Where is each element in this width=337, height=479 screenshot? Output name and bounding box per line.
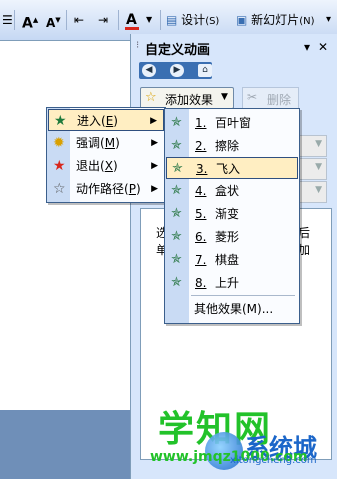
- menu-item-label: 强调(M): [76, 136, 120, 150]
- effect-item-fly-in[interactable]: ✯ 3. 飞入: [166, 157, 298, 179]
- star-yellow-icon: ✹: [53, 135, 65, 151]
- add-effect-label: 添加效果: [165, 93, 214, 107]
- pane-dropdown-icon[interactable]: ▾: [304, 40, 310, 54]
- toolbar-options-icon[interactable]: ▾: [326, 10, 331, 30]
- submenu-arrow-icon: ▶: [150, 116, 157, 126]
- effect-item-blinds[interactable]: ✯ 1. 百叶窗: [166, 112, 298, 134]
- star-green-icon: ★: [54, 113, 67, 129]
- star-green-icon: ✯: [171, 183, 182, 198]
- star-green-icon: ✯: [171, 115, 182, 130]
- menu-item-label: 动作路径(P): [76, 182, 141, 196]
- star-red-icon: ★: [53, 158, 66, 174]
- toolbar-separator: [66, 10, 67, 30]
- delete-icon: ✂: [247, 90, 258, 104]
- menu-item-entrance[interactable]: ★ 进入(E) ▶: [48, 109, 164, 131]
- effect-item-checkerboard[interactable]: ✯ 7. 棋盘: [166, 249, 298, 271]
- back-arrow-icon[interactable]: ◀: [142, 64, 156, 77]
- new-slide-label: 新幻灯片: [251, 13, 300, 27]
- effect-label: 盒状: [215, 184, 240, 198]
- star-outline-icon: ☆: [53, 181, 66, 197]
- home-icon[interactable]: ⌂: [198, 64, 212, 77]
- effect-item-wipe[interactable]: ✯ 2. 擦除: [166, 135, 298, 157]
- decrease-indent-icon[interactable]: ⇤: [74, 10, 84, 30]
- effect-label: 棋盘: [215, 253, 240, 267]
- design-button[interactable]: ▤ 设计(S): [166, 10, 219, 30]
- chevron-down-icon: ▼: [315, 139, 322, 149]
- menu-item-motion-path[interactable]: ☆ 动作路径(P) ▶: [48, 178, 164, 200]
- effect-item-box[interactable]: ✯ 4. 盒状: [166, 180, 298, 202]
- more-effects-item[interactable]: 其他效果(M)...: [166, 298, 298, 320]
- pane-title: 自定义动画: [145, 43, 211, 58]
- effect-number: 6.: [195, 230, 207, 244]
- effect-label: 菱形: [215, 230, 240, 244]
- star-icon: ☆: [145, 90, 157, 105]
- delete-label: 删除: [267, 93, 292, 107]
- effect-label: 上升: [215, 276, 240, 290]
- effect-item-diamond[interactable]: ✯ 6. 菱形: [166, 226, 298, 248]
- toolbar-separator: [118, 10, 119, 30]
- add-effect-button[interactable]: ☆ 添加效果 ▼: [140, 87, 234, 109]
- submenu-arrow-icon: ▶: [151, 161, 158, 171]
- chevron-down-icon: ▼: [221, 92, 228, 102]
- effect-label: 百叶窗: [215, 116, 252, 130]
- decrease-font-label: A: [46, 16, 56, 30]
- new-slide-icon: ▣: [236, 13, 248, 27]
- font-color-bar: [125, 27, 139, 30]
- design-shortcut: (S): [205, 16, 220, 27]
- toolbar-separator: [14, 10, 15, 30]
- design-label: 设计: [181, 13, 206, 27]
- star-green-icon: ✯: [172, 161, 183, 176]
- new-slide-shortcut: (N): [299, 16, 315, 27]
- effect-label: 擦除: [215, 139, 240, 153]
- menu-item-label: 退出(X): [76, 159, 118, 173]
- effect-item-ascend[interactable]: ✯ 8. 上升: [166, 272, 298, 294]
- star-green-icon: ✯: [171, 252, 182, 267]
- chevron-down-icon: ▼: [315, 162, 322, 172]
- add-effect-menu: ★ 进入(E) ▶ ✹ 强调(M) ▶ ★ 退出(X) ▶ ☆ 动作路径(P) …: [46, 107, 166, 203]
- submenu-arrow-icon: ▶: [151, 138, 158, 148]
- decrease-font-button[interactable]: A▼: [46, 10, 61, 30]
- effect-label: 飞入: [216, 162, 241, 176]
- pane-grip-icon[interactable]: ⁝: [136, 40, 139, 51]
- effect-number: 1.: [195, 116, 207, 130]
- entrance-effects-submenu: ✯ 1. 百叶窗 ✯ 2. 擦除 ✯ 3. 飞入 ✯ 4. 盒状 ✯ 5. 渐变…: [164, 108, 300, 324]
- watermark-logo-url: xitongcheng.com: [230, 455, 317, 466]
- effect-number: 5.: [195, 207, 207, 221]
- increase-indent-icon[interactable]: ⇥: [98, 10, 108, 30]
- delete-button[interactable]: ✂ 删除: [242, 87, 299, 109]
- increase-font-button[interactable]: A▲: [22, 10, 38, 32]
- close-icon[interactable]: ✕: [318, 40, 328, 54]
- font-color-label: A: [126, 12, 137, 28]
- forward-arrow-icon[interactable]: ▶: [170, 64, 184, 77]
- slide-bottom-area: [0, 410, 130, 479]
- menu-icon[interactable]: ☰: [2, 10, 13, 30]
- new-slide-button[interactable]: ▣ 新幻灯片(N): [236, 10, 314, 30]
- effect-number: 3.: [196, 162, 208, 176]
- effect-label: 渐变: [215, 207, 240, 221]
- effect-item-fade[interactable]: ✯ 5. 渐变: [166, 203, 298, 225]
- chevron-down-icon: ▼: [315, 185, 322, 195]
- increase-font-label: A: [22, 15, 33, 32]
- menu-item-exit[interactable]: ★ 退出(X) ▶: [48, 155, 164, 177]
- menu-item-label: 进入(E): [77, 114, 118, 128]
- design-icon: ▤: [166, 13, 178, 27]
- font-color-dropdown-icon[interactable]: ▼: [146, 10, 152, 30]
- effect-number: 2.: [195, 139, 207, 153]
- effect-number: 7.: [195, 253, 207, 267]
- star-green-icon: ✯: [171, 229, 182, 244]
- effect-number: 4.: [195, 184, 207, 198]
- star-green-icon: ✯: [171, 275, 182, 290]
- star-green-icon: ✯: [171, 206, 182, 221]
- more-effects-label: 其他效果(M)...: [194, 302, 274, 316]
- menu-item-emphasis[interactable]: ✹ 强调(M) ▶: [48, 132, 164, 154]
- star-green-icon: ✯: [171, 138, 182, 153]
- menu-separator: [191, 295, 295, 296]
- toolbar-separator: [160, 10, 161, 30]
- font-color-button[interactable]: A: [125, 10, 139, 30]
- effect-number: 8.: [195, 276, 207, 290]
- submenu-arrow-icon: ▶: [151, 184, 158, 194]
